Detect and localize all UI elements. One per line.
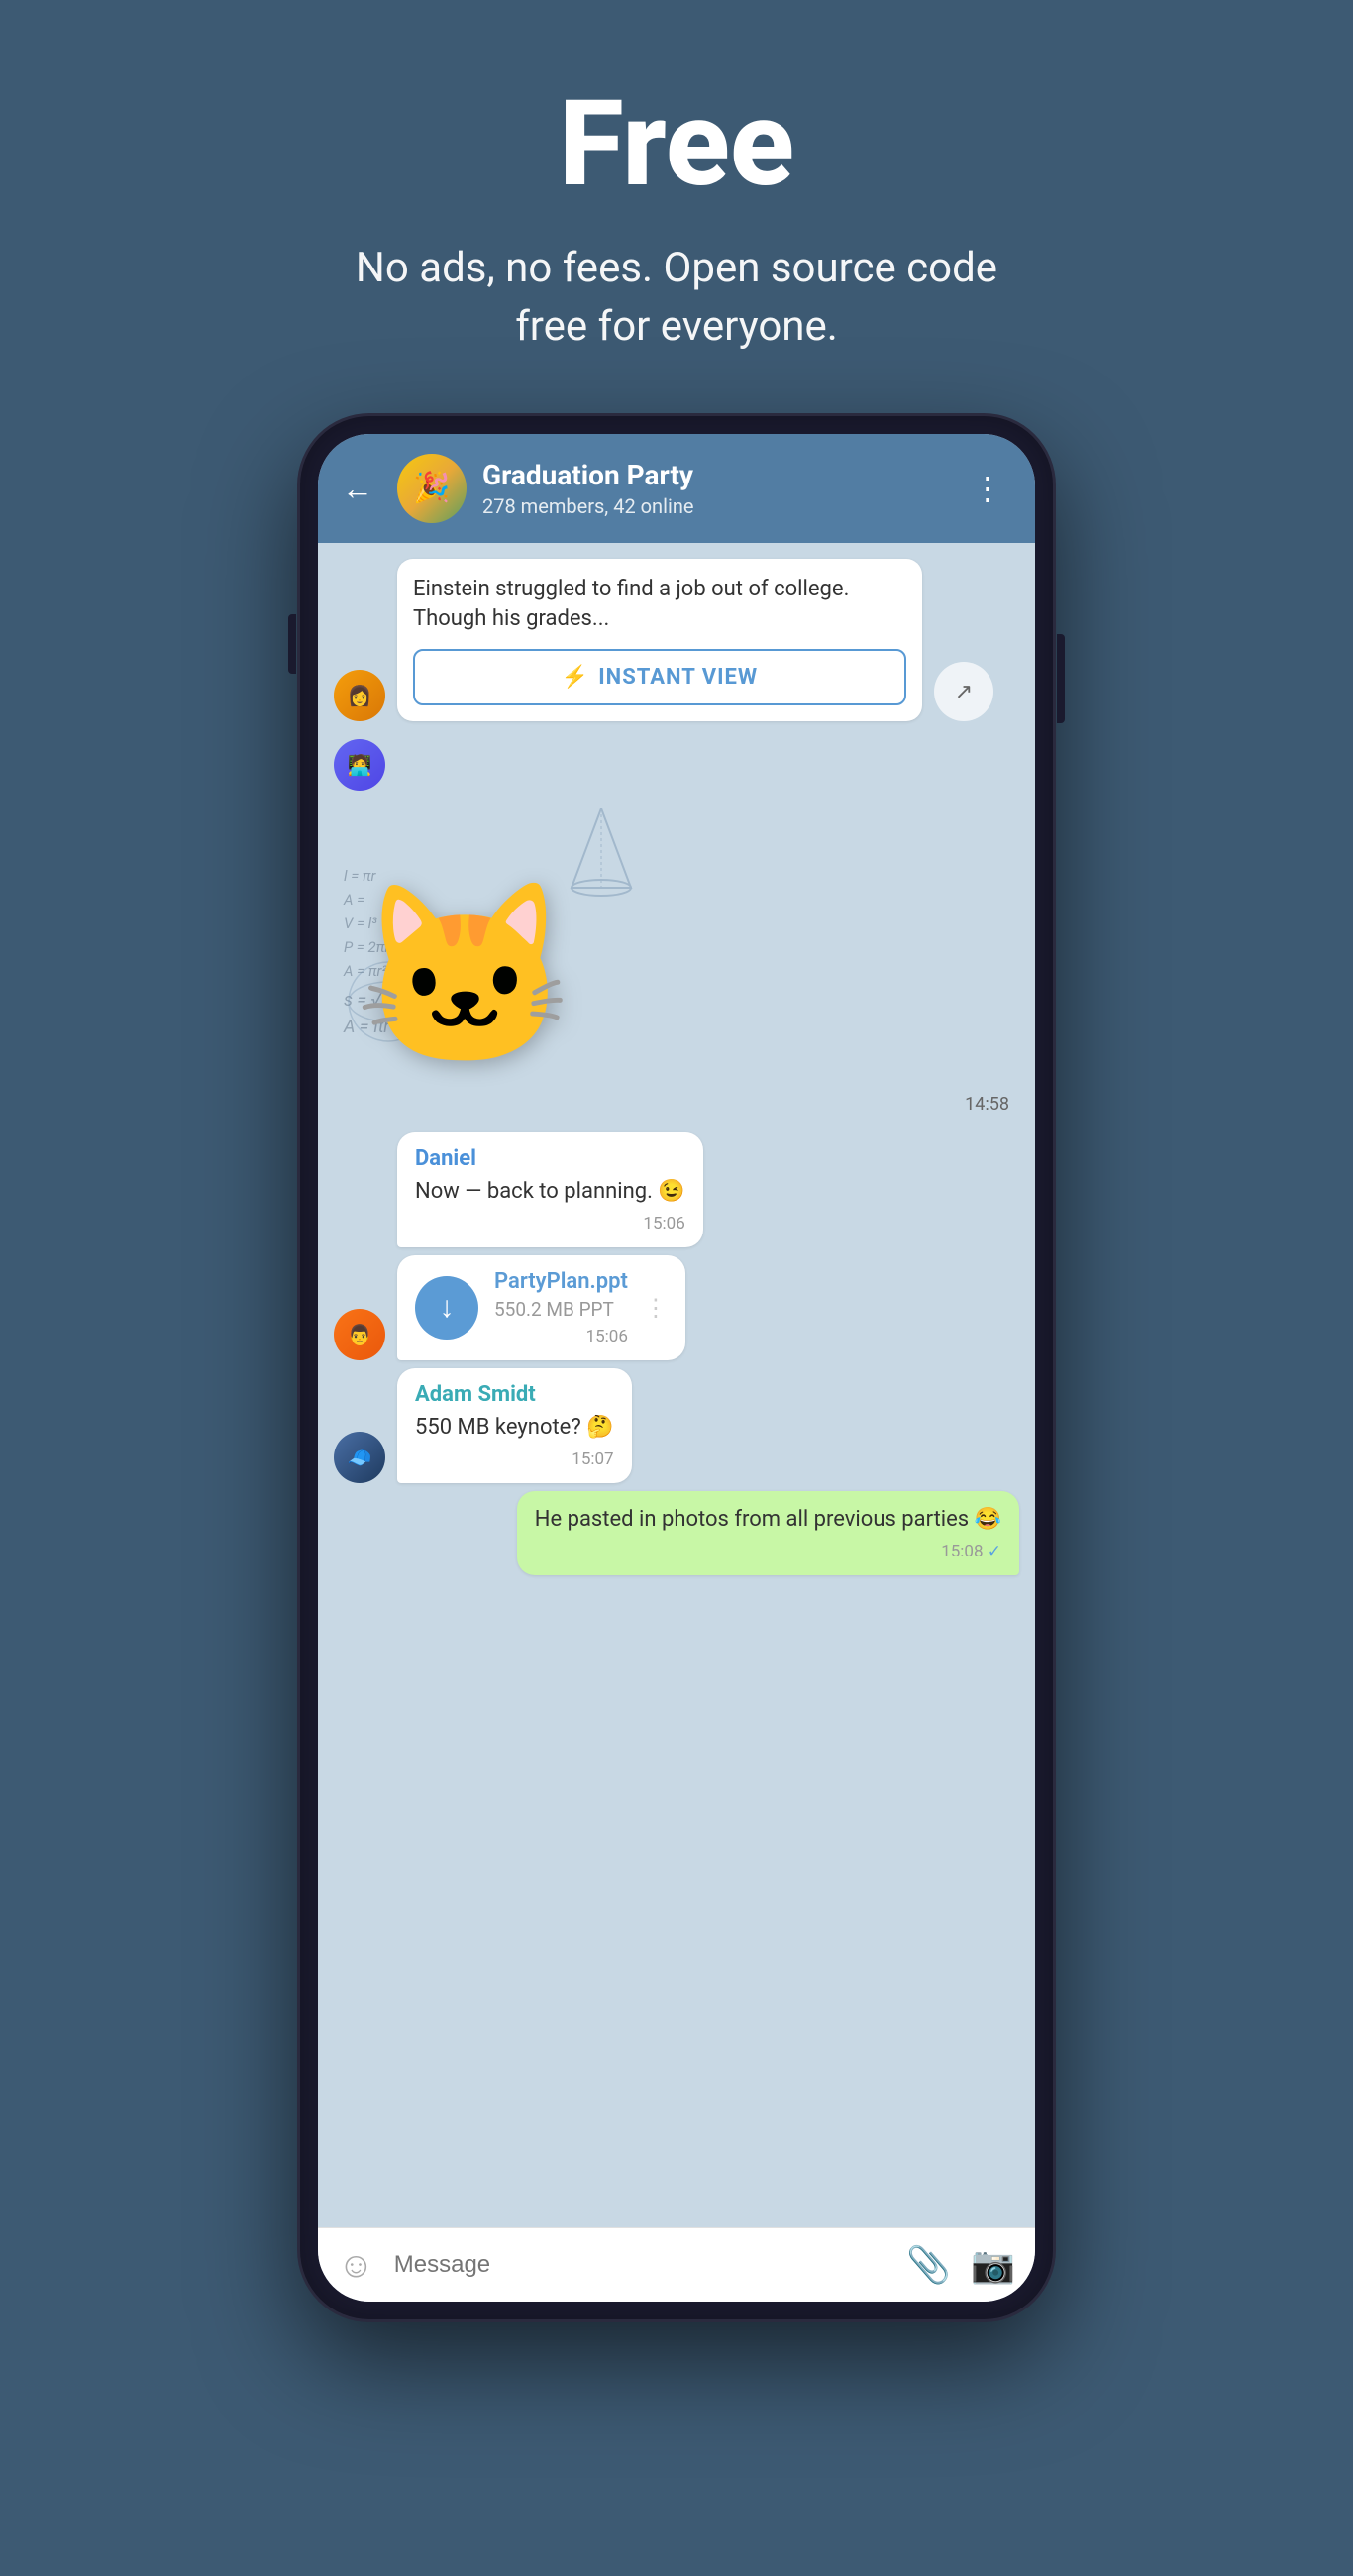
group-name: Graduation Party [482, 459, 948, 491]
avatar-user1: 👩 [334, 670, 385, 721]
file-size: 550.2 MB PPT [494, 1298, 628, 1321]
sender-adam: Adam Smidt [415, 1382, 614, 1407]
instant-view-button[interactable]: ⚡ INSTANT VIEW [413, 649, 906, 705]
check-icon: ✓ [988, 1542, 1001, 1561]
sender-daniel: Daniel [415, 1146, 685, 1171]
file-more-button[interactable]: ⋮ [644, 1294, 668, 1322]
camera-button[interactable]: 📷 [971, 2244, 1015, 2286]
link-preview-text: Einstein struggled to find a job out of … [413, 575, 906, 636]
message-file: 👨 ↓ PartyPlan.ppt 550.2 MB PPT 15:06 ⋮ [334, 1255, 1019, 1360]
avatar-user2: 🧑‍💻 [334, 739, 385, 791]
instant-view-label: INSTANT VIEW [598, 665, 758, 690]
phone-shell: ← 🎉 Graduation Party 278 members, 42 onl… [300, 416, 1053, 2319]
attach-button[interactable]: 📎 [906, 2244, 951, 2286]
hero-section: Free No ads, no fees. Open source code f… [290, 0, 1063, 416]
download-icon: ↓ [440, 1290, 455, 1325]
share-icon: ↗ [955, 680, 973, 704]
msg-text-own: He pasted in photos from all previous pa… [535, 1505, 1001, 1536]
sticker-message: 🧑‍💻 l = πr A = V = l³ P = 2πr A = πr² s … [334, 729, 1019, 1125]
phone-screen: ← 🎉 Graduation Party 278 members, 42 onl… [318, 434, 1035, 2302]
avatar-adam: 🧢 [334, 1432, 385, 1483]
msg-text-daniel: Now — back to planning. 😉 [415, 1177, 685, 1208]
share-button[interactable]: ↗ [934, 662, 993, 721]
phone-wrapper: ← 🎉 Graduation Party 278 members, 42 onl… [300, 416, 1053, 2319]
msg-time-own: 15:08 ✓ [535, 1542, 1001, 1561]
sticker-container: l = πr A = V = l³ P = 2πr A = πr² s = √(… [334, 799, 651, 1086]
cone-shape [567, 808, 636, 898]
back-button[interactable]: ← [334, 466, 381, 511]
sticker-time: 14:58 [334, 1094, 1019, 1115]
bubble-adam: Adam Smidt 550 MB keynote? 🤔 15:07 [397, 1368, 632, 1483]
hero-subtitle: No ads, no fees. Open source code free f… [330, 240, 1023, 357]
bubble-daniel: Daniel Now — back to planning. 😉 15:06 [397, 1132, 703, 1247]
file-bubble: ↓ PartyPlan.ppt 550.2 MB PPT 15:06 ⋮ [397, 1255, 685, 1360]
input-bar: ☺ 📎 📷 [318, 2227, 1035, 2302]
lightning-icon: ⚡ [562, 665, 588, 690]
group-avatar: 🎉 [397, 454, 467, 523]
message-input[interactable] [394, 2251, 887, 2279]
message-adam: 🧢 Adam Smidt 550 MB keynote? 🤔 15:07 [334, 1368, 1019, 1483]
file-download-button[interactable]: ↓ [415, 1276, 478, 1340]
chat-body: 👩 Einstein struggled to find a job out o… [318, 543, 1035, 2227]
bubble-own: He pasted in photos from all previous pa… [517, 1491, 1019, 1575]
chat-header: ← 🎉 Graduation Party 278 members, 42 onl… [318, 434, 1035, 543]
chat-info: Graduation Party 278 members, 42 online [482, 459, 948, 518]
more-button[interactable]: ⋮ [964, 466, 1011, 511]
cat-sticker-emoji: 🐱 [354, 888, 575, 1066]
message-daniel: Daniel Now — back to planning. 😉 15:06 [334, 1132, 1019, 1247]
file-time: 15:06 [494, 1327, 628, 1346]
message-own: He pasted in photos from all previous pa… [334, 1491, 1019, 1575]
msg-text-adam: 550 MB keynote? 🤔 [415, 1413, 614, 1444]
group-status: 278 members, 42 online [482, 494, 948, 518]
msg-time-adam: 15:07 [415, 1449, 614, 1469]
message-link: 👩 Einstein struggled to find a job out o… [334, 559, 1019, 722]
file-info: PartyPlan.ppt 550.2 MB PPT 15:06 [494, 1269, 628, 1346]
avatar-user3: 👨 [334, 1309, 385, 1360]
hero-title: Free [330, 79, 1023, 210]
link-preview-bubble: Einstein struggled to find a job out of … [397, 559, 922, 722]
emoji-button[interactable]: ☺ [338, 2244, 374, 2286]
file-name: PartyPlan.ppt [494, 1269, 628, 1294]
msg-time-daniel: 15:06 [415, 1214, 685, 1234]
